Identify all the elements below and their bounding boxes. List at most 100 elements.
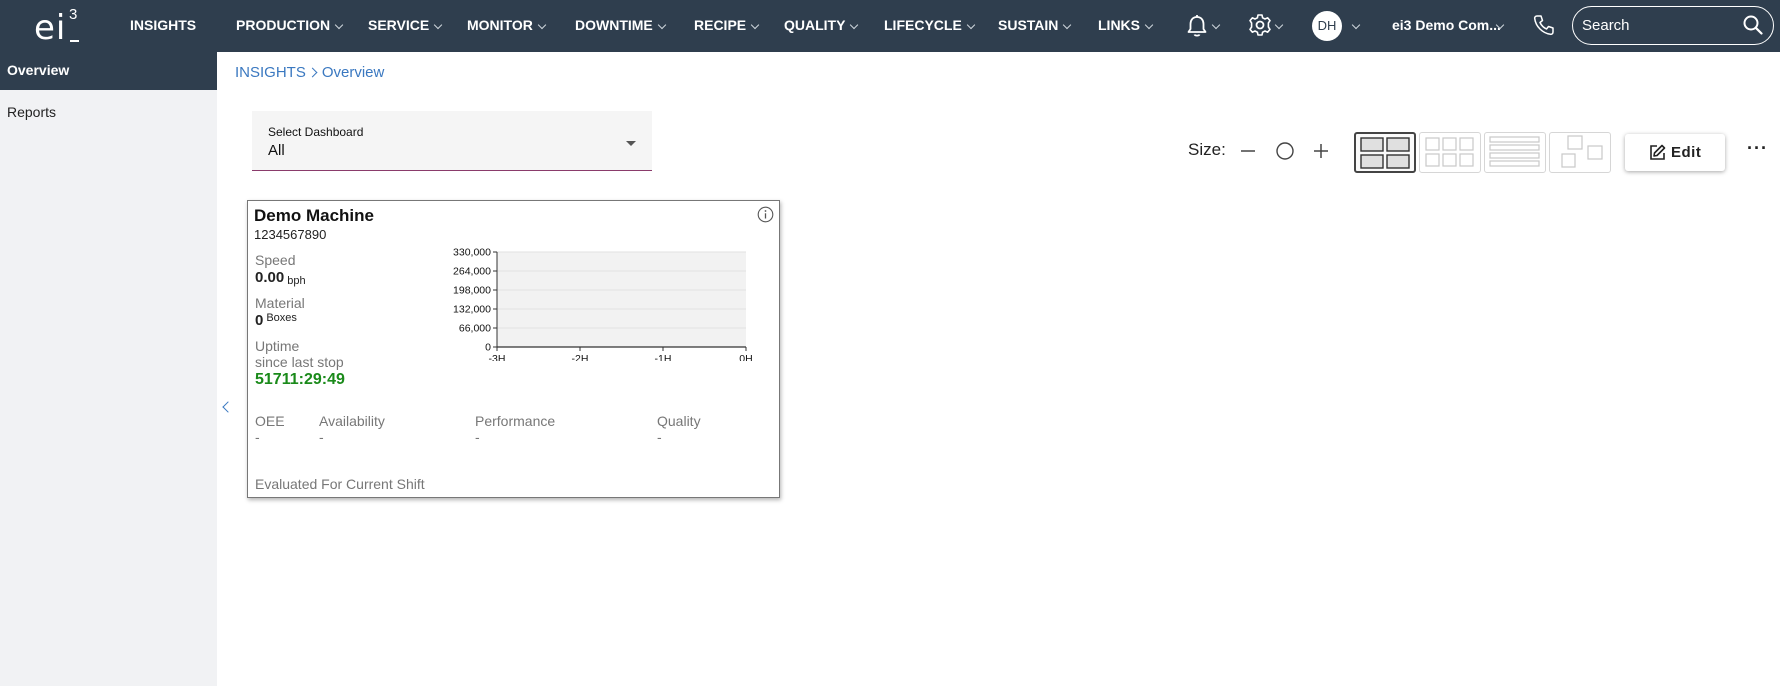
dashboard-select-label: Select Dashboard <box>268 125 364 139</box>
evaluation-note: Evaluated For Current Shift <box>255 476 425 492</box>
chevron-down-icon <box>1063 20 1072 30</box>
nav-lifecycle[interactable]: LIFECYCLE <box>884 0 976 52</box>
machine-card[interactable]: Demo Machine 1234567890 Speed 0.00 bph Ma… <box>247 200 780 498</box>
sidebar-item-reports[interactable]: Reports <box>7 100 56 124</box>
avatar[interactable]: DH <box>1312 11 1342 41</box>
chevron-down-icon <box>966 20 976 30</box>
chevron-right-icon <box>307 67 318 78</box>
nav-production[interactable]: PRODUCTION <box>236 0 344 52</box>
y-tick-label: 66,000 <box>459 323 491 335</box>
speed-value: 0.00 bph <box>255 269 306 287</box>
nav-sustain-label: SUSTAIN <box>998 17 1059 33</box>
gear-icon[interactable] <box>1248 13 1272 37</box>
nav-service-label: SERVICE <box>368 17 430 33</box>
chevron-down-icon[interactable] <box>1274 20 1284 30</box>
dropdown-arrow-icon <box>626 141 636 146</box>
breadcrumb-insights-link[interactable]: INSIGHTS <box>235 64 306 81</box>
nav-production-label: PRODUCTION <box>236 17 331 33</box>
edit-button[interactable]: Edit <box>1625 134 1725 171</box>
nav-monitor[interactable]: MONITOR <box>467 0 547 52</box>
chevron-down-icon <box>334 20 344 30</box>
availability-label: Availability <box>319 413 385 429</box>
chevron-down-icon[interactable] <box>1211 20 1221 30</box>
large-grid-icon <box>1360 137 1410 169</box>
chevron-down-icon[interactable] <box>1351 20 1361 30</box>
nav-insights[interactable]: INSIGHTS <box>130 0 196 52</box>
top-nav-bar: ei 3 INSIGHTS PRODUCTION SERVICE MONITOR… <box>0 0 1780 52</box>
oee-label: OEE <box>255 413 285 429</box>
chevron-down-icon <box>1144 20 1154 30</box>
availability-value: - <box>319 429 324 445</box>
size-increase-icon[interactable] <box>1310 140 1332 162</box>
y-tick-label: 132,000 <box>453 304 491 316</box>
material-number: 0 <box>255 312 264 329</box>
performance-label: Performance <box>475 413 556 429</box>
search-input[interactable]: Search <box>1572 6 1774 45</box>
chevron-down-icon <box>850 20 859 30</box>
speed-history-chart: 330,000264,000198,000132,00066,0000 -3H -… <box>453 247 753 362</box>
layout-freeform-button[interactable] <box>1549 132 1611 173</box>
chart-grid <box>497 251 746 348</box>
oee-value: - <box>255 429 260 445</box>
layout-list-button[interactable] <box>1484 132 1546 173</box>
nav-recipe[interactable]: RECIPE <box>694 0 760 52</box>
size-decrease-icon[interactable] <box>1237 140 1259 162</box>
ei3-logo[interactable]: ei 3 <box>34 6 82 48</box>
x-tick-label: -1H <box>655 353 672 361</box>
search-placeholder: Search <box>1582 17 1630 34</box>
dashboard-select-value: All <box>268 142 285 159</box>
collapse-sidebar-chevron-icon[interactable] <box>222 401 234 413</box>
nav-links-label: LINKS <box>1098 17 1140 33</box>
plot-area <box>497 252 746 347</box>
nav-recipe-label: RECIPE <box>694 17 747 33</box>
size-label: Size: <box>1188 140 1226 159</box>
nav-downtime[interactable]: DOWNTIME <box>575 0 667 52</box>
x-tick-label: 0H <box>739 353 752 361</box>
list-icon <box>1489 136 1540 167</box>
y-tick-label: 264,000 <box>453 266 491 278</box>
quality-label: Quality <box>657 413 701 429</box>
nav-monitor-label: MONITOR <box>467 17 533 33</box>
x-tick-label: -3H <box>489 353 506 361</box>
machine-serial: 1234567890 <box>254 227 327 242</box>
small-grid-icon <box>1425 137 1474 167</box>
phone-icon[interactable] <box>1533 14 1555 36</box>
nav-links[interactable]: LINKS <box>1098 0 1154 52</box>
y-tick-label: 0 <box>485 342 491 354</box>
edit-icon <box>1650 144 1666 160</box>
info-icon[interactable] <box>757 206 774 223</box>
speed-label: Speed <box>255 252 296 268</box>
layout-small-grid-button[interactable] <box>1419 132 1481 173</box>
speed-number: 0.00 <box>255 269 285 286</box>
chevron-down-icon <box>657 20 667 30</box>
nav-service[interactable]: SERVICE <box>368 0 443 52</box>
chart-x-axis: -3H -2H -1H 0H <box>489 346 753 361</box>
layout-large-grid-button[interactable] <box>1354 132 1416 173</box>
company-selector[interactable]: ei3 Demo Com... <box>1392 0 1504 50</box>
breadcrumb-overview[interactable]: Overview <box>322 64 385 81</box>
nav-downtime-label: DOWNTIME <box>575 17 653 33</box>
uptime-label: Uptime <box>255 338 300 354</box>
dashboard-select[interactable]: Select Dashboard All <box>252 111 652 171</box>
material-label: Material <box>255 295 305 311</box>
freeform-layout-icon <box>1561 135 1603 168</box>
uptime-value: 51711:29:49 <box>255 371 345 388</box>
y-tick-label: 330,000 <box>453 247 491 259</box>
logo-underscore <box>70 40 79 42</box>
quality-value: - <box>657 429 662 445</box>
nav-quality-label: QUALITY <box>784 17 846 33</box>
search-icon[interactable] <box>1743 15 1763 35</box>
more-options-icon[interactable]: ··· <box>1747 138 1768 159</box>
chart-y-axis: 330,000 264,000 198,000 132,000 66,000 0 <box>453 247 498 354</box>
bell-icon[interactable] <box>1186 14 1208 38</box>
size-reset-icon[interactable] <box>1274 140 1296 162</box>
sidebar-item-overview[interactable]: Overview <box>0 52 217 90</box>
material-value: 0 Boxes <box>255 312 297 329</box>
speed-unit: bph <box>287 275 306 287</box>
logo-letters: ei <box>34 8 67 48</box>
material-unit: Boxes <box>266 312 297 324</box>
breadcrumb: INSIGHTS Overview <box>235 64 384 81</box>
nav-sustain[interactable]: SUSTAIN <box>998 0 1072 52</box>
nav-quality[interactable]: QUALITY <box>784 0 859 52</box>
uptime-sublabel: since last stop <box>255 354 344 370</box>
